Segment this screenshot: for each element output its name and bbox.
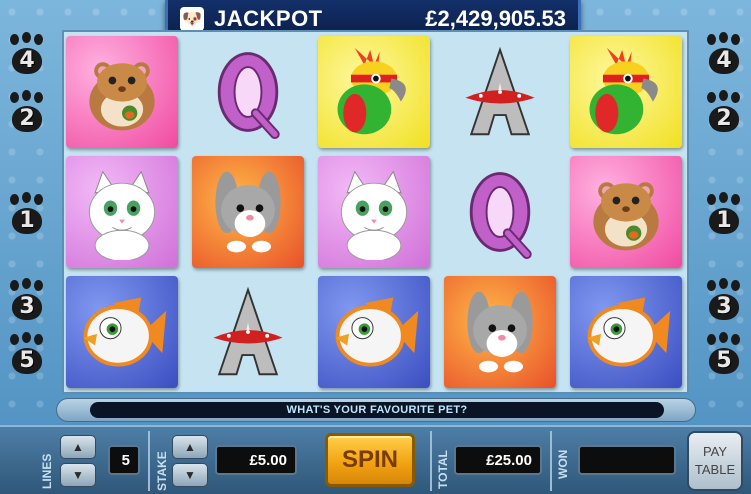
lines-label: LINES <box>40 453 54 489</box>
payline-marker-left-2[interactable]: 2 <box>6 90 48 134</box>
payline-marker-right-3[interactable]: 1 <box>703 192 745 236</box>
payline-marker-left-4[interactable]: 3 <box>6 278 48 322</box>
message-text: WHAT'S YOUR FAVOURITE PET? <box>90 402 664 418</box>
message-bar: WHAT'S YOUR FAVOURITE PET? <box>56 398 696 422</box>
stake-label: STAKE <box>155 451 169 491</box>
cat-icon <box>88 170 156 260</box>
symbol-rabbit <box>444 276 556 388</box>
symbol-hamster <box>570 156 682 268</box>
paytable-line1: PAY <box>702 444 728 459</box>
divider <box>430 431 432 491</box>
cat-icon <box>340 170 408 260</box>
symbol-parrot <box>570 36 682 148</box>
goldfish-icon <box>83 297 167 367</box>
hamster-icon <box>89 62 155 131</box>
ace-icon <box>213 286 283 376</box>
stake-up-button[interactable]: ▲ <box>172 435 208 459</box>
payline-marker-right-4b[interactable]: 5 <box>703 332 745 376</box>
lines-up-button[interactable]: ▲ <box>60 435 96 459</box>
arrow-up-icon: ▲ <box>72 440 84 454</box>
ace-icon <box>465 46 535 136</box>
symbol-hamster <box>66 36 178 148</box>
queen-icon <box>469 172 532 260</box>
lines-value: 5 <box>108 445 140 475</box>
symbol-ace <box>444 36 556 148</box>
rabbit-icon <box>467 291 533 373</box>
payline-marker-left-1[interactable]: 4 <box>6 32 48 76</box>
total-label: TOTAL <box>436 450 450 489</box>
symbol-queen <box>192 36 304 148</box>
payline-marker-right-2[interactable]: 2 <box>703 90 745 134</box>
spin-button[interactable]: SPIN <box>325 433 415 487</box>
payline-marker-left-3[interactable]: 1 <box>6 192 48 236</box>
payline-marker-left-5[interactable]: 5 <box>6 332 48 376</box>
reels-grid <box>62 30 689 394</box>
rabbit-icon <box>215 171 281 253</box>
payline-marker-right-4[interactable]: 3 <box>703 278 745 322</box>
paylines-right: 4 2 1 3 5 <box>701 32 747 384</box>
control-panel: LINES ▲ ▼ 5 STAKE ▲ ▼ £5.00 SPIN TOTAL £… <box>0 425 751 494</box>
won-value <box>578 445 676 475</box>
paytable-button[interactable]: PAY TABLE <box>687 431 743 491</box>
goldfish-icon <box>587 297 671 367</box>
paylines-left: 4 2 1 3 5 <box>4 32 50 384</box>
symbol-rabbit <box>192 156 304 268</box>
symbol-cat <box>318 156 430 268</box>
paytable-line2: TABLE <box>694 462 736 477</box>
parrot-icon <box>589 47 658 135</box>
symbol-queen <box>444 156 556 268</box>
lines-down-button[interactable]: ▼ <box>60 463 96 487</box>
queen-icon <box>217 52 280 140</box>
stake-value: £5.00 <box>215 445 297 475</box>
arrow-down-icon: ▼ <box>72 468 84 482</box>
total-value: £25.00 <box>454 445 542 475</box>
symbol-ace <box>192 276 304 388</box>
payline-marker-right-1[interactable]: 4 <box>703 32 745 76</box>
symbol-parrot <box>318 36 430 148</box>
symbol-goldfish <box>570 276 682 388</box>
divider <box>148 431 150 491</box>
won-label: WON <box>556 449 570 479</box>
arrow-up-icon: ▲ <box>184 440 196 454</box>
jackpot-amount: £2,429,905.53 <box>425 5 566 31</box>
goldfish-icon <box>335 297 419 367</box>
arrow-down-icon: ▼ <box>184 468 196 482</box>
symbol-cat <box>66 156 178 268</box>
stake-down-button[interactable]: ▼ <box>172 463 208 487</box>
symbol-goldfish <box>66 276 178 388</box>
hamster-icon <box>593 182 659 251</box>
jackpot-label: JACKPOT <box>214 5 323 31</box>
divider <box>550 431 552 491</box>
parrot-icon <box>337 47 406 135</box>
dog-icon: 🐶 <box>180 6 204 31</box>
symbol-goldfish <box>318 276 430 388</box>
